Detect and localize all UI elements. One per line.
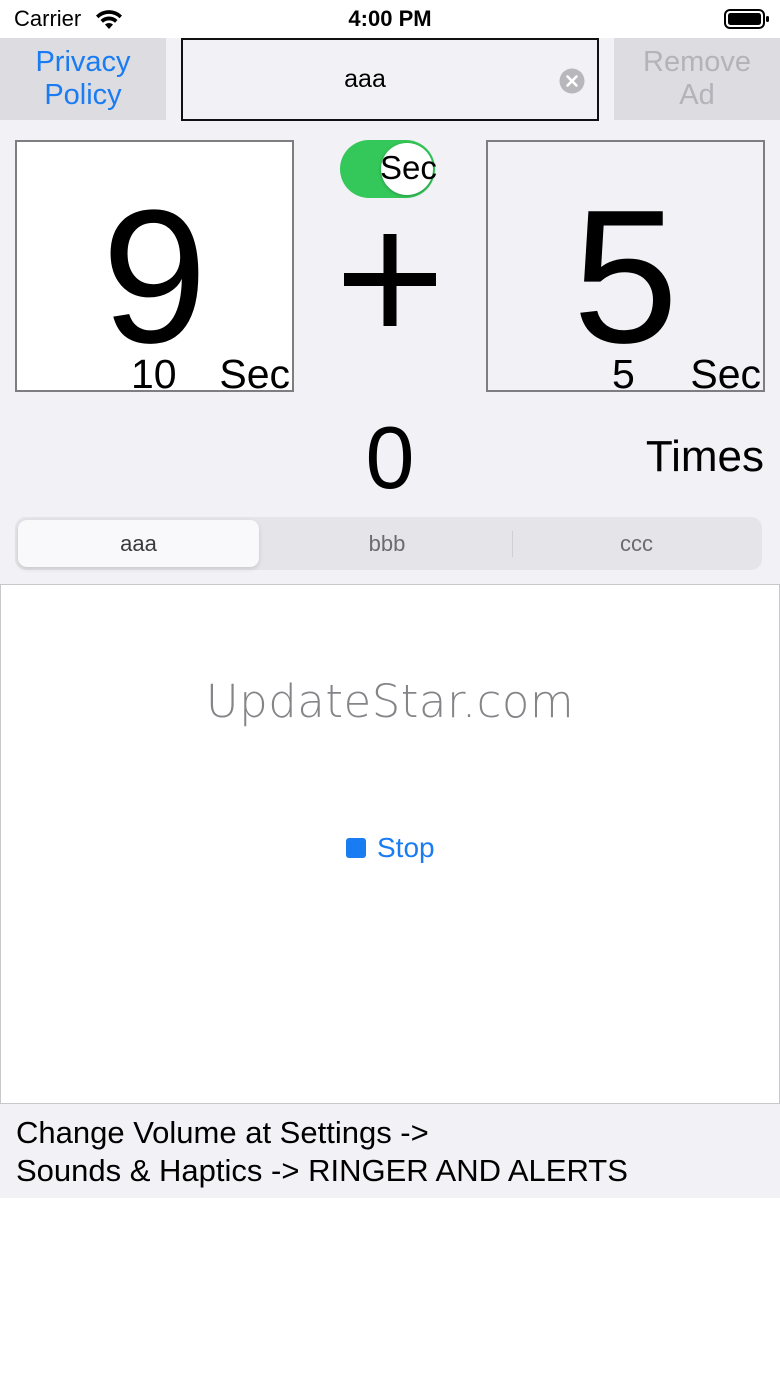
second-interval-box[interactable]: 5 5 Sec [486, 140, 765, 396]
first-interval-digit: 9 [101, 171, 208, 383]
privacy-policy-line2: Policy [44, 79, 122, 111]
segment-bbb[interactable]: bbb [262, 520, 512, 567]
sound-segmented-control[interactable]: aaa bbb ccc [15, 517, 762, 570]
segment-ccc[interactable]: ccc [514, 520, 759, 567]
stop-label: Stop [377, 832, 435, 863]
remove-ad-line1: Remove [643, 46, 751, 78]
volume-instructions-line1: Change Volume at Settings -> [16, 1115, 429, 1150]
ad-panel: UpdateStar.com Stop [0, 584, 780, 1104]
segment-aaa[interactable]: aaa [18, 520, 259, 567]
second-interval-unit: Sec [690, 351, 761, 397]
stop-square-icon [346, 838, 366, 858]
times-label: Times [645, 432, 764, 481]
privacy-policy-line1: Privacy [35, 46, 131, 78]
ad-watermark-text: UpdateStar.com [205, 675, 575, 728]
battery-icon [724, 9, 769, 29]
remove-ad-button[interactable]: Remove Ad [614, 38, 780, 120]
volume-instructions: Change Volume at Settings -> Sounds & Ha… [16, 1114, 628, 1190]
clear-circle-icon[interactable] [559, 68, 585, 94]
name-input[interactable]: aaa [181, 38, 599, 121]
name-input-value: aaa [344, 65, 386, 93]
seconds-toggle[interactable]: Sec [340, 140, 437, 198]
segment-divider [512, 531, 513, 557]
stop-button[interactable]: Stop [346, 828, 435, 868]
privacy-policy-button[interactable]: Privacy Policy [0, 38, 166, 120]
first-interval-box[interactable]: 9 10 Sec [15, 140, 294, 396]
plus-icon [344, 234, 436, 326]
first-interval-seconds: 10 [131, 351, 177, 397]
second-interval-digit: 5 [572, 171, 679, 383]
status-time: 4:00 PM [348, 6, 432, 31]
second-interval-seconds: 5 [612, 351, 635, 397]
bottom-area [0, 1198, 780, 1387]
volume-instructions-line2: Sounds & Haptics -> RINGER AND ALERTS [16, 1153, 628, 1188]
toggle-label: Sec [380, 149, 437, 186]
remove-ad-line2: Ad [679, 79, 715, 111]
first-interval-unit: Sec [219, 351, 290, 397]
